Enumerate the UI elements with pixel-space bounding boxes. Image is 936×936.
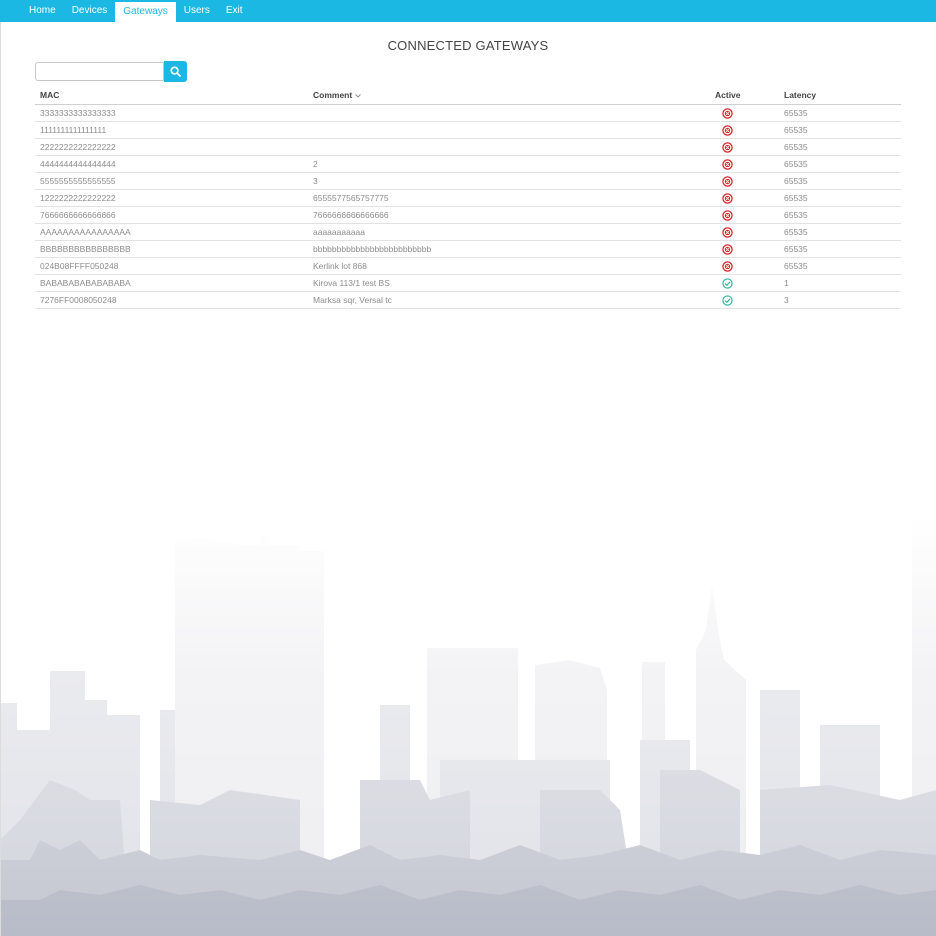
cell-latency: 65535 xyxy=(784,261,808,271)
cell-latency: 65535 xyxy=(784,142,808,152)
header-latency[interactable]: Latency xyxy=(784,86,816,104)
cell-mac: 7666666666666666 xyxy=(40,210,116,220)
cell-comment: 7666666666666666 xyxy=(313,210,389,220)
cell-latency: 65535 xyxy=(784,176,808,186)
cell-mac: 1222222222222222 xyxy=(40,193,116,203)
cell-mac: 5555555555555555 xyxy=(40,176,116,186)
table-row[interactable]: 024B08FFFF050248 Kerlink lot 868 65535 xyxy=(35,258,901,275)
cell-comment: Marksa sqr, Versal tc xyxy=(313,295,392,305)
inactive-x-icon xyxy=(722,210,733,221)
active-check-icon xyxy=(722,295,733,306)
search-button[interactable] xyxy=(164,61,187,82)
table-row[interactable]: 1111111111111111 65535 xyxy=(35,122,901,139)
header-active[interactable]: Active xyxy=(715,86,741,104)
cell-comment: Kerlink lot 868 xyxy=(313,261,367,271)
header-comment[interactable]: Comment xyxy=(313,86,362,104)
cell-mac: 024B08FFFF050248 xyxy=(40,261,119,271)
table-row[interactable]: BABABABABABABABA Kirova 113/1 test BS 1 xyxy=(35,275,901,292)
cell-latency: 65535 xyxy=(784,108,808,118)
cell-mac: BABABABABABABABA xyxy=(40,278,131,288)
header-mac[interactable]: MAC xyxy=(40,86,59,104)
cell-comment: Kirova 113/1 test BS xyxy=(313,278,390,288)
inactive-x-icon xyxy=(722,261,733,272)
inactive-x-icon xyxy=(722,159,733,170)
cell-comment: bbbbbbbbbbbbbbbbbbbbbbbbb xyxy=(313,244,432,254)
table-body: 3333333333333333 65535 1111111111111111 655… xyxy=(35,105,901,309)
cell-comment: aaaaaaaaaaa xyxy=(313,227,366,237)
table-row[interactable]: 3333333333333333 65535 xyxy=(35,105,901,122)
cell-latency: 65535 xyxy=(784,210,808,220)
main-content: CONNECTED GATEWAYS MAC Comment Active La… xyxy=(0,22,936,309)
nav-users[interactable]: Users xyxy=(176,0,218,22)
cell-mac: 4444444444444444 xyxy=(40,159,116,169)
cell-latency: 65535 xyxy=(784,159,808,169)
cell-comment: 3 xyxy=(313,176,318,186)
table-row[interactable]: 7276FF0008050248 Marksa sqr, Versal tc 3 xyxy=(35,292,901,309)
cell-latency: 1 xyxy=(784,278,789,288)
table-row[interactable]: 4444444444444444 2 65535 xyxy=(35,156,901,173)
cell-mac: AAAAAAAAAAAAAAAA xyxy=(40,227,131,237)
search-input[interactable] xyxy=(35,62,164,81)
table-header-row: MAC Comment Active Latency xyxy=(35,86,901,105)
page-title: CONNECTED GATEWAYS xyxy=(387,38,549,53)
cell-mac: BBBBBBBBBBBBBBBB xyxy=(40,244,131,254)
header-comment-label: Comment xyxy=(313,90,353,100)
search-box xyxy=(35,61,187,82)
inactive-x-icon xyxy=(722,108,733,119)
gateways-table: MAC Comment Active Latency 3333333333333… xyxy=(35,86,901,309)
cell-latency: 65535 xyxy=(784,193,808,203)
table-row[interactable]: BBBBBBBBBBBBBBBB bbbbbbbbbbbbbbbbbbbbbbbb… xyxy=(35,241,901,258)
inactive-x-icon xyxy=(722,227,733,238)
cell-mac: 2222222222222222 xyxy=(40,142,116,152)
nav-gateways[interactable]: Gateways xyxy=(115,0,176,22)
page-left-border xyxy=(0,22,1,936)
cell-latency: 65535 xyxy=(784,125,808,135)
sort-descending-icon xyxy=(355,93,362,98)
nav-home[interactable]: Home xyxy=(21,0,64,22)
inactive-x-icon xyxy=(722,244,733,255)
table-row[interactable]: 5555555555555555 3 65535 xyxy=(35,173,901,190)
cell-mac: 3333333333333333 xyxy=(40,108,116,118)
inactive-x-icon xyxy=(722,125,733,136)
active-check-icon xyxy=(722,278,733,289)
inactive-x-icon xyxy=(722,193,733,204)
table-row[interactable]: 7666666666666666 7666666666666666 65535 xyxy=(35,207,901,224)
cell-mac: 7276FF0008050248 xyxy=(40,295,117,305)
table-row[interactable]: 2222222222222222 65535 xyxy=(35,139,901,156)
cell-latency: 65535 xyxy=(784,244,808,254)
cell-latency: 65535 xyxy=(784,227,808,237)
inactive-x-icon xyxy=(722,142,733,153)
inactive-x-icon xyxy=(722,176,733,187)
table-row[interactable]: 1222222222222222 6555577565757775 65535 xyxy=(35,190,901,207)
cell-comment: 6555577565757775 xyxy=(313,193,389,203)
cell-mac: 1111111111111111 xyxy=(40,125,107,135)
table-row[interactable]: AAAAAAAAAAAAAAAA aaaaaaaaaaa 65535 xyxy=(35,224,901,241)
cell-latency: 3 xyxy=(784,295,789,305)
top-navbar: Home Devices Gateways Users Exit xyxy=(0,0,936,22)
cell-comment: 2 xyxy=(313,159,318,169)
nav-devices[interactable]: Devices xyxy=(64,0,116,22)
nav-exit[interactable]: Exit xyxy=(218,0,251,22)
search-icon xyxy=(170,66,181,77)
